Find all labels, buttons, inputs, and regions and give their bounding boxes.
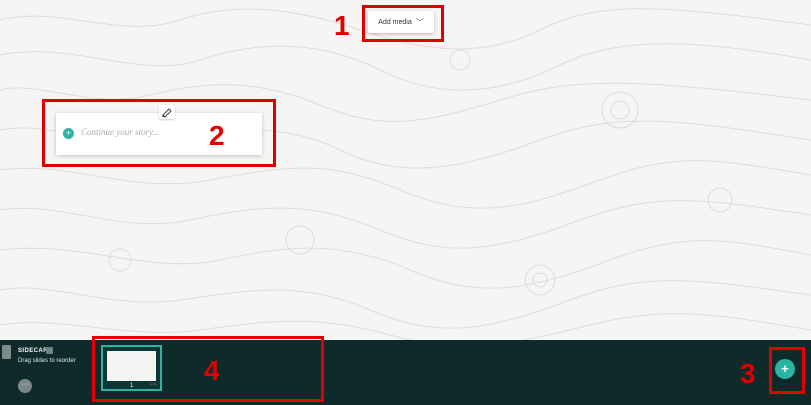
sidecar-label: SIDECAR xyxy=(18,348,48,354)
drag-hint-text: Drag slides to reorder xyxy=(18,358,76,364)
topographic-background xyxy=(0,8,811,340)
annotation-number-2: 2 xyxy=(209,120,225,151)
annotation-box-1 xyxy=(362,5,444,42)
annotation-number-3: 3 xyxy=(740,358,756,389)
annotation-number-1: 1 xyxy=(334,10,350,41)
sidecar-edit-icon[interactable] xyxy=(46,347,53,354)
annotation-box-3 xyxy=(769,347,805,394)
more-options-button[interactable]: ··· xyxy=(18,379,32,393)
annotation-box-2 xyxy=(42,99,276,167)
annotation-number-4: 4 xyxy=(204,355,220,386)
canvas-area: Add media ﹀ + Continue your story... xyxy=(0,0,811,340)
drag-handle-icon[interactable] xyxy=(2,345,11,359)
